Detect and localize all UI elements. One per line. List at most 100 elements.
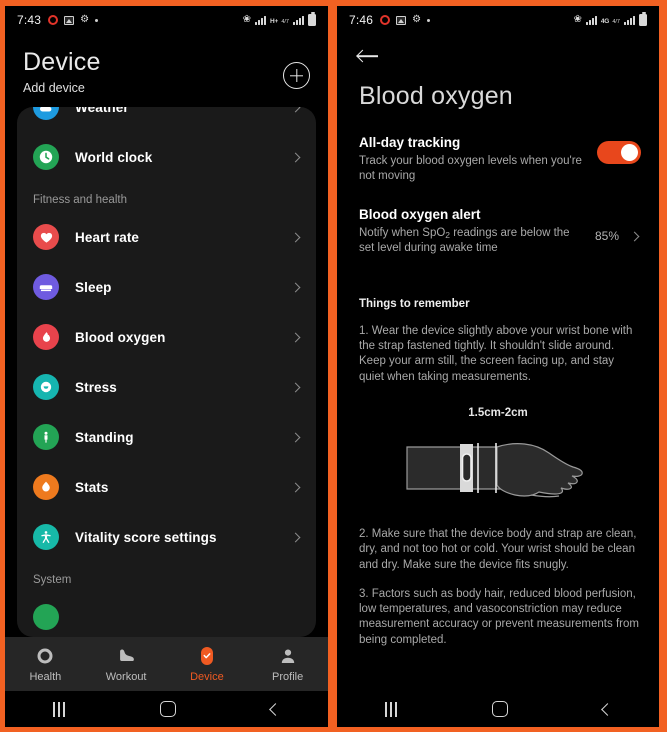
list-item-sleep[interactable]: Sleep	[17, 262, 316, 312]
things-to-remember-title: Things to remember	[359, 297, 470, 310]
person-icon	[33, 424, 59, 450]
setting-title: All-day tracking	[359, 135, 461, 150]
record-icon	[380, 15, 391, 25]
bottom-navigation-bar: Health Workout Device Profile	[5, 637, 328, 691]
list-item-label: Stress	[75, 379, 117, 395]
person-icon	[279, 646, 297, 666]
droplet-icon	[33, 324, 59, 350]
nav-item-profile[interactable]: Profile	[247, 646, 328, 683]
home-button[interactable]	[159, 701, 176, 717]
status-left-icons: ⚙	[48, 14, 99, 25]
system-icon	[33, 604, 59, 630]
all-day-tracking-toggle[interactable]	[597, 141, 641, 164]
status-time: 7:43	[17, 13, 42, 27]
flame-icon	[33, 474, 59, 500]
recents-button[interactable]	[384, 701, 397, 717]
chevron-right-icon	[290, 152, 301, 162]
wrist-watch-placement-illustration: 1.5cm-2cm	[359, 407, 641, 513]
home-button[interactable]	[491, 701, 508, 717]
chevron-right-icon	[290, 482, 301, 492]
dual-screenshot-frame: 7:43 ⚙ ❀ H+ 4/7 Device Add device Weathe…	[0, 0, 667, 732]
chevron-right-icon	[290, 332, 301, 342]
things-to-remember-item-2: 2. Make sure that the device body and st…	[359, 528, 637, 571]
android-system-nav-left	[5, 691, 328, 727]
chevron-right-icon	[290, 282, 301, 292]
nav-item-health[interactable]: Health	[5, 646, 86, 683]
image-icon	[64, 15, 75, 25]
record-icon	[48, 15, 59, 25]
nav-label: Workout	[105, 670, 147, 683]
dot-icon	[95, 18, 99, 22]
vitality-icon	[33, 524, 59, 550]
section-fitness-and-health: Fitness and health	[33, 194, 127, 206]
back-button-wrap	[337, 34, 659, 64]
signal-icon	[255, 15, 267, 25]
stress-icon	[33, 374, 59, 400]
things-to-remember-item-1: 1. Wear the device slightly above your w…	[359, 324, 633, 383]
list-item-stress[interactable]: Stress	[17, 362, 316, 412]
signal-icon-2	[624, 15, 635, 25]
list-item-vitality-score-settings[interactable]: Vitality score settings	[17, 512, 316, 562]
list-item-standing[interactable]: Standing	[17, 412, 316, 462]
back-arrow-icon[interactable]	[357, 48, 379, 64]
illustration-label: 1.5cm-2cm	[468, 407, 528, 419]
download-icon: ⚙	[412, 14, 422, 25]
section-system: System	[33, 574, 72, 586]
alert-threshold-value: 85%	[594, 229, 619, 244]
chevron-right-icon	[290, 232, 301, 242]
nav-item-workout[interactable]: Workout	[86, 646, 167, 683]
download-icon: ⚙	[80, 14, 90, 25]
nav-item-device[interactable]: Device	[167, 646, 248, 683]
image-icon	[396, 15, 407, 25]
chevron-right-icon	[629, 231, 640, 242]
heart-icon	[33, 224, 59, 250]
chevron-right-icon	[290, 107, 301, 112]
page-subtitle: Add device	[23, 81, 85, 95]
list-item-heart-rate[interactable]: Heart rate	[17, 212, 316, 262]
bluetooth-icon: ❀	[242, 14, 252, 25]
list-item-label: World clock	[75, 149, 153, 165]
bluetooth-icon: ❀	[573, 14, 582, 25]
device-list-card: Weather World clock Fitness and health H…	[17, 107, 316, 637]
status-bar-right: 7:46 ⚙ ❀ 4G 4/7	[337, 6, 659, 34]
device-icon	[199, 646, 215, 666]
list-item-label: Vitality score settings	[75, 529, 217, 545]
page-title: Blood oxygen	[359, 82, 513, 110]
network-type-icon: 4G 4/7	[600, 18, 620, 25]
list-item-label: Standing	[75, 429, 134, 445]
back-button[interactable]	[269, 702, 283, 716]
list-item-world-clock[interactable]: World clock	[17, 132, 316, 182]
status-right-icons: ❀ H+ 4/7	[242, 12, 316, 26]
device-list-card-wrap: Weather World clock Fitness and health H…	[5, 107, 328, 637]
recents-button[interactable]	[52, 701, 65, 717]
chevron-right-icon	[290, 532, 301, 542]
nav-label: Profile	[272, 670, 304, 683]
back-button[interactable]	[600, 702, 614, 716]
clock-icon	[33, 144, 59, 170]
all-day-tracking-row[interactable]: All-day tracking Track your blood oxygen…	[359, 111, 641, 183]
status-time: 7:46	[349, 13, 374, 27]
list-item-label: Weather	[75, 107, 129, 115]
things-to-remember-item-3: 3. Factors such as body hair, reduced bl…	[359, 587, 639, 646]
right-phone-screen: 7:46 ⚙ ❀ 4G 4/7 Blood oxygen All-day tra…	[337, 6, 659, 727]
bed-icon	[33, 274, 59, 300]
list-item-system-partial[interactable]	[17, 592, 316, 637]
weather-icon	[33, 107, 59, 120]
battery-icon	[308, 12, 316, 26]
list-item-weather[interactable]: Weather	[17, 107, 316, 132]
shoe-icon	[117, 646, 136, 666]
list-item-stats[interactable]: Stats	[17, 462, 316, 512]
list-item-label: Stats	[75, 479, 109, 495]
device-list[interactable]: Weather World clock Fitness and health H…	[17, 107, 316, 637]
setting-description: Notify when SpO2 readings are below the …	[359, 227, 570, 255]
status-bar-left: 7:43 ⚙ ❀ H+ 4/7	[5, 6, 328, 34]
list-item-blood-oxygen[interactable]: Blood oxygen	[17, 312, 316, 362]
list-item-label: Blood oxygen	[75, 329, 166, 345]
device-header: Device Add device	[5, 34, 328, 107]
battery-icon	[639, 12, 647, 26]
android-system-nav-right	[337, 691, 659, 727]
blood-oxygen-alert-row[interactable]: Blood oxygen alert Notify when SpO2 read…	[359, 183, 641, 255]
add-device-button[interactable]	[283, 62, 310, 89]
page-title: Device	[23, 48, 101, 76]
list-item-label: Sleep	[75, 279, 112, 295]
